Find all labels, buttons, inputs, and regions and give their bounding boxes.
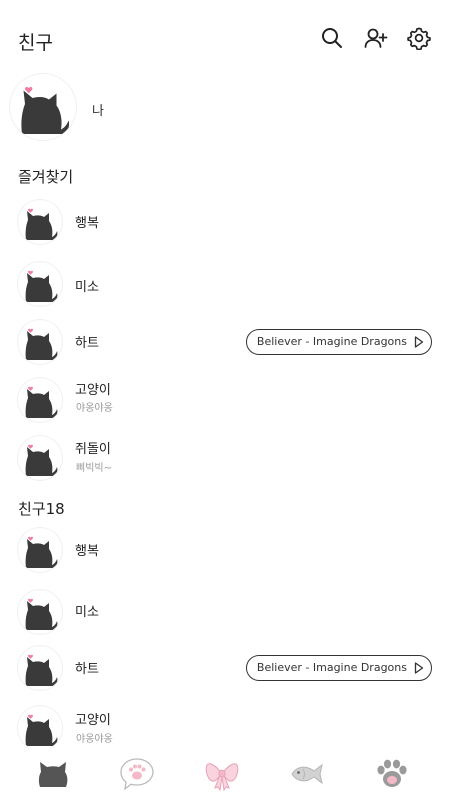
friend-row[interactable]: 행복 xyxy=(0,526,450,584)
black-cat-icon xyxy=(25,714,58,746)
friend-status: 야옹야옹 xyxy=(76,403,113,414)
header: 친구 xyxy=(0,0,450,76)
friend-name: 미소 xyxy=(75,280,99,295)
friend-row[interactable]: 쥐돌이 삐빅빅~ xyxy=(0,434,450,492)
black-cat-icon xyxy=(25,598,58,630)
ribbon-icon xyxy=(205,763,239,791)
avatar xyxy=(18,590,62,634)
my-name: 나 xyxy=(92,104,104,119)
friend-name: 행복 xyxy=(75,216,99,231)
page-title: 친구 xyxy=(18,32,53,54)
settings-icon xyxy=(407,27,431,50)
avatar xyxy=(18,200,62,244)
search-button[interactable] xyxy=(318,24,346,52)
avatar xyxy=(18,646,62,690)
black-cat-icon xyxy=(25,270,58,302)
friend-name: 행복 xyxy=(75,544,99,559)
avatar xyxy=(18,706,62,750)
black-cat-icon xyxy=(25,444,58,476)
fish-icon xyxy=(291,763,323,785)
search-icon xyxy=(322,28,342,48)
music-title: Believer - Imagine Dragons xyxy=(256,335,407,348)
bottom-tab-bar xyxy=(0,748,450,800)
cat-head-icon xyxy=(38,762,68,787)
friend-row[interactable]: 미소 xyxy=(0,588,450,646)
black-cat-icon xyxy=(21,87,70,134)
friend-row[interactable]: 하트 Believer - Imagine Dragons xyxy=(0,644,450,702)
play-icon xyxy=(414,336,424,348)
tab-view[interactable] xyxy=(202,756,242,792)
black-cat-icon xyxy=(25,536,58,568)
friend-name: 고양이 xyxy=(75,713,111,728)
friend-name: 하트 xyxy=(75,662,99,677)
friend-status: 삐빅빅~ xyxy=(76,463,112,474)
friend-name: 고양이 xyxy=(75,383,111,398)
friend-row[interactable]: 미소 xyxy=(0,260,450,318)
black-cat-icon xyxy=(25,208,58,240)
avatar xyxy=(18,528,62,572)
friend-status: 야옹야옹 xyxy=(76,734,113,745)
friend-row[interactable]: 하트 Believer - Imagine Dragons xyxy=(0,318,450,376)
friends-header: 친구18 xyxy=(18,500,65,518)
avatar xyxy=(18,320,62,364)
friend-row[interactable]: 행복 xyxy=(0,198,450,256)
black-cat-icon xyxy=(25,328,58,360)
friend-name: 미소 xyxy=(75,605,99,620)
avatar xyxy=(10,74,76,140)
friend-name: 하트 xyxy=(75,336,99,351)
add-friend-icon xyxy=(364,28,388,48)
music-title: Believer - Imagine Dragons xyxy=(256,661,407,674)
black-cat-icon xyxy=(25,386,58,418)
avatar xyxy=(18,378,62,422)
avatar xyxy=(18,436,62,480)
play-icon xyxy=(414,662,424,674)
black-cat-icon xyxy=(25,654,58,686)
tab-shopping[interactable] xyxy=(287,756,327,792)
my-profile-row[interactable]: 나 xyxy=(0,72,450,156)
chat-paw-icon xyxy=(120,758,154,791)
music-badge[interactable]: Believer - Imagine Dragons xyxy=(245,329,432,355)
music-badge[interactable]: Believer - Imagine Dragons xyxy=(245,655,432,681)
settings-button[interactable] xyxy=(405,24,433,52)
friend-name: 쥐돌이 xyxy=(75,442,111,457)
favorites-header: 즐겨찾기 xyxy=(18,168,74,186)
add-friend-button[interactable] xyxy=(362,24,390,52)
avatar xyxy=(18,262,62,306)
paw-icon xyxy=(377,759,407,787)
tab-friends[interactable] xyxy=(33,756,73,792)
friend-row[interactable]: 고양이 야옹야옹 xyxy=(0,376,450,434)
tab-more[interactable] xyxy=(372,756,412,792)
tab-chats[interactable] xyxy=(117,756,157,792)
